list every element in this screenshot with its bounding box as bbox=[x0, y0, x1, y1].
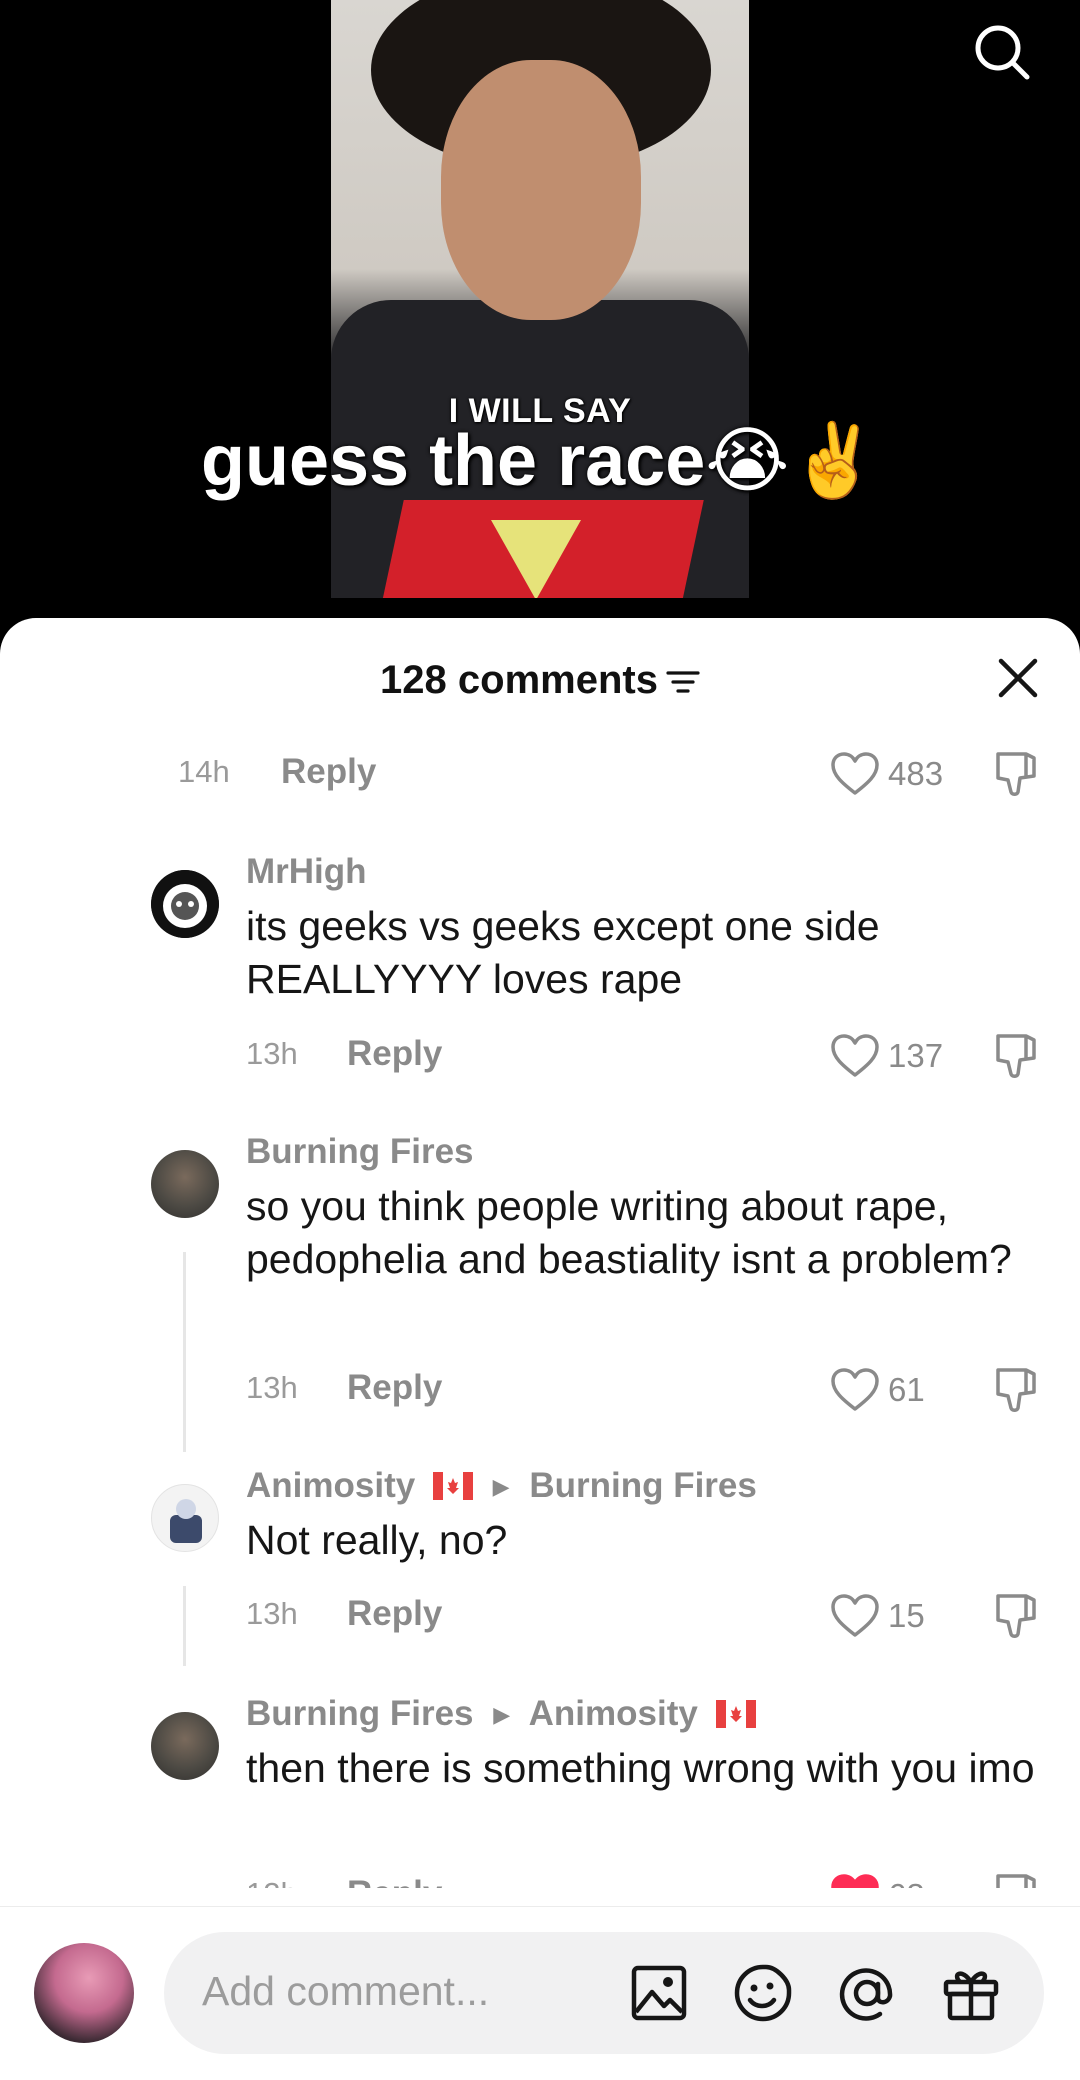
reply-button[interactable]: Reply bbox=[281, 752, 376, 792]
like-count: 15 bbox=[888, 1597, 925, 1634]
like-button[interactable]: 483 bbox=[830, 746, 943, 802]
like-button[interactable]: 137 bbox=[830, 1028, 943, 1084]
filter-icon[interactable] bbox=[666, 669, 700, 695]
dislike-button[interactable] bbox=[990, 1030, 1042, 1082]
thread-line bbox=[183, 1252, 186, 1452]
like-count: 483 bbox=[888, 755, 944, 792]
comment-username[interactable]: Burning Fires bbox=[246, 1132, 474, 1172]
avatar[interactable] bbox=[151, 1484, 219, 1552]
dislike-icon bbox=[996, 1594, 1036, 1638]
heart-icon bbox=[831, 1034, 879, 1077]
canada-flag-icon bbox=[432, 1472, 473, 1500]
comment-meta-row: 13h Reply 61 bbox=[0, 1358, 1080, 1418]
mention-icon bbox=[839, 1968, 893, 2021]
comment-username[interactable]: Animosity ▶ Burning Fires bbox=[246, 1466, 757, 1506]
comment-input-placeholder: Add comment... bbox=[202, 1968, 490, 2014]
reply-button[interactable]: Reply bbox=[347, 1594, 442, 1634]
like-button[interactable]: 15 bbox=[830, 1588, 925, 1644]
avatar-image bbox=[151, 870, 219, 938]
comment-input[interactable]: Add comment... bbox=[164, 1932, 1044, 2054]
dislike-button[interactable] bbox=[990, 748, 1042, 800]
heart-icon bbox=[831, 752, 879, 795]
search-icon bbox=[975, 25, 1030, 80]
emoji-button[interactable] bbox=[732, 1962, 794, 2024]
reply-button[interactable]: Reply bbox=[347, 1368, 442, 1408]
avatar-image bbox=[170, 1499, 202, 1543]
comment-meta-row: 13h Reply 15 bbox=[0, 1584, 1080, 1644]
like-button[interactable]: 61 bbox=[830, 1362, 925, 1418]
dislike-icon bbox=[996, 752, 1036, 796]
avatar[interactable] bbox=[151, 1150, 219, 1218]
reply-to-username[interactable]: Burning Fires bbox=[529, 1466, 757, 1505]
image-button[interactable] bbox=[628, 1962, 690, 2024]
comment-time: 13h bbox=[246, 1596, 298, 1631]
gift-icon bbox=[943, 1971, 999, 2021]
comment-text: Not really, no? bbox=[246, 1517, 508, 1563]
video-frame[interactable] bbox=[331, 0, 749, 598]
like-count: 68 bbox=[888, 1877, 925, 1888]
comment-item: Burning Fires ▶ Animosity then there is … bbox=[0, 1682, 1080, 1888]
comment-text: so you think people writing about rape, … bbox=[246, 1183, 1012, 1282]
heart-icon bbox=[831, 1594, 879, 1637]
like-button[interactable]: 68 bbox=[830, 1868, 925, 1888]
comment-username[interactable]: Burning Fires ▶ Animosity bbox=[246, 1694, 756, 1734]
dislike-button[interactable] bbox=[990, 1590, 1042, 1642]
like-count: 61 bbox=[888, 1371, 925, 1408]
comment-meta-row: 12h Reply 68 bbox=[0, 1864, 1080, 1888]
comment-time: 14h bbox=[178, 754, 230, 789]
mention-button[interactable] bbox=[836, 1962, 898, 2024]
avatar[interactable] bbox=[151, 1712, 219, 1780]
comment-username[interactable]: MrHigh bbox=[246, 852, 367, 892]
comment-meta-row: 14h Reply 483 bbox=[0, 742, 1080, 802]
username-text: Burning Fires bbox=[246, 1132, 474, 1171]
comment-text: its geeks vs geeks except one side REALL… bbox=[246, 903, 880, 1002]
comment-time: 12h bbox=[246, 1876, 298, 1888]
dislike-icon bbox=[996, 1874, 1036, 1888]
comment-input-bar: Add comment... bbox=[0, 1906, 1080, 2080]
video-player[interactable]: I WILL SAY guess the race😭✌️ bbox=[0, 0, 1080, 640]
canada-flag-icon bbox=[715, 1700, 756, 1728]
video-caption-main: guess the race😭✌️ bbox=[200, 421, 880, 501]
comments-header: 128 comments bbox=[0, 618, 1080, 742]
comment-meta-row: 13h Reply 137 bbox=[0, 1024, 1080, 1084]
image-icon bbox=[631, 1965, 687, 2021]
comment-count-title[interactable]: 128 comments bbox=[0, 658, 1080, 703]
search-button[interactable] bbox=[972, 22, 1032, 82]
close-button[interactable] bbox=[996, 656, 1040, 700]
reply-button[interactable]: Reply bbox=[347, 1034, 442, 1074]
dislike-icon bbox=[996, 1368, 1036, 1412]
gift-button[interactable] bbox=[940, 1962, 1002, 2024]
heart-icon bbox=[831, 1368, 879, 1411]
comment-time: 13h bbox=[246, 1370, 298, 1405]
like-count: 137 bbox=[888, 1037, 944, 1074]
dislike-button[interactable] bbox=[990, 1870, 1042, 1888]
username-text: Animosity bbox=[246, 1466, 416, 1505]
reply-to-username[interactable]: Animosity bbox=[529, 1694, 698, 1733]
username-text: Burning Fires bbox=[246, 1694, 474, 1733]
avatar[interactable] bbox=[151, 870, 219, 938]
dislike-button[interactable] bbox=[990, 1364, 1042, 1416]
reply-arrow-icon: ▶ bbox=[492, 1474, 510, 1499]
reply-arrow-icon: ▶ bbox=[493, 1702, 511, 1727]
current-user-avatar[interactable] bbox=[34, 1943, 134, 2043]
close-icon bbox=[998, 658, 1038, 698]
emoji-icon bbox=[734, 1964, 792, 2022]
comment-count-label: 128 comments bbox=[380, 658, 658, 702]
comment-text: then there is something wrong with you i… bbox=[246, 1745, 1035, 1791]
comment-time: 13h bbox=[246, 1036, 298, 1071]
reply-button[interactable]: Reply bbox=[347, 1874, 442, 1888]
heart-icon bbox=[831, 1874, 879, 1888]
comment-list[interactable]: 14h Reply 483 MrHigh its geeks vs geeks … bbox=[0, 742, 1080, 1888]
video-person-face bbox=[441, 60, 641, 320]
dislike-icon bbox=[996, 1034, 1036, 1078]
username-text: MrHigh bbox=[246, 852, 367, 891]
comments-sheet: 128 comments 14h Reply 483 MrHigh its ge… bbox=[0, 618, 1080, 2080]
